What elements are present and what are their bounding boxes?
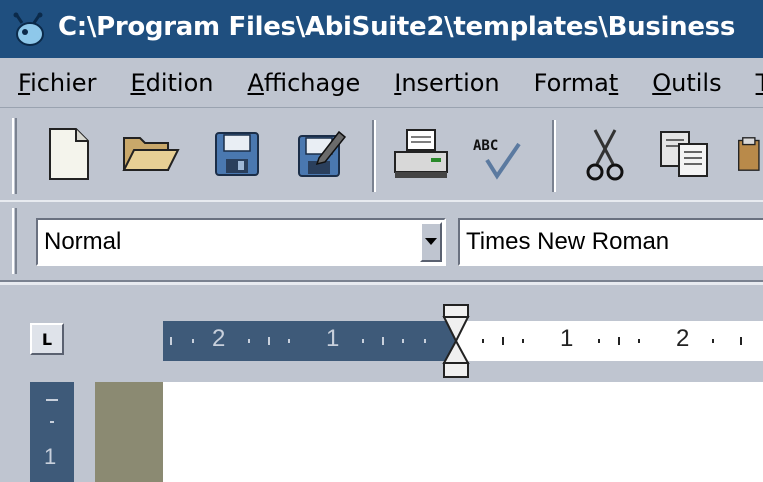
paste-button[interactable] [736, 122, 763, 186]
print-icon [394, 129, 448, 178]
menu-fichier[interactable]: Fichier [18, 69, 96, 97]
menu-bar: Fichier Edition Affichage Insertion Form… [0, 58, 763, 108]
vertical-ruler: 1 [30, 382, 74, 482]
abiword-ant-icon [13, 12, 44, 46]
spellcheck-icon: ABC [473, 138, 521, 180]
menu-affichage[interactable]: Affichage [247, 69, 360, 97]
save-icon [215, 132, 259, 176]
menu-format[interactable]: Format [534, 69, 619, 97]
menu-edition[interactable]: Edition [130, 69, 213, 97]
spellcheck-button[interactable]: ABC [464, 122, 530, 186]
toolbar-grip[interactable] [12, 118, 17, 194]
menu-outils[interactable]: Outils [652, 69, 721, 97]
cut-button[interactable] [572, 122, 638, 186]
print-button[interactable] [388, 122, 454, 186]
save-as-button[interactable] [288, 122, 354, 186]
cut-icon [586, 129, 624, 181]
copy-icon [660, 131, 708, 177]
ruler-number: 1 [560, 325, 574, 352]
horizontal-ruler: L 2 1 1 2 [0, 282, 763, 382]
window-title: C:\Program Files\AbiSuite2\templates\Bus… [58, 12, 736, 42]
standard-toolbar: ABC [0, 108, 763, 280]
tab-stop-selector[interactable]: L [30, 323, 64, 355]
paste-icon [738, 137, 760, 171]
style-combo[interactable]: Normal [36, 218, 446, 266]
vertical-ruler-ticks [46, 399, 58, 423]
menu-insertion[interactable]: Insertion [394, 69, 499, 97]
indent-marker-icon[interactable] [440, 303, 472, 383]
save-as-icon [298, 130, 347, 177]
svg-text:ABC: ABC [473, 138, 498, 154]
title-bar: C:\Program Files\AbiSuite2\templates\Bus… [0, 0, 763, 58]
copy-button[interactable] [652, 122, 718, 186]
ruler-number: 2 [212, 325, 226, 352]
format-toolbar: Normal Times New Roman [0, 202, 763, 282]
save-button[interactable] [204, 122, 270, 186]
open-folder-icon [122, 137, 180, 171]
document-page[interactable] [163, 382, 763, 482]
vertical-ruler-number: 1 [44, 444, 57, 469]
style-dropdown-button[interactable] [420, 222, 442, 262]
new-document-icon [49, 128, 89, 180]
toolbar-grip[interactable] [12, 208, 17, 274]
style-value: Normal [44, 228, 122, 255]
new-document-button[interactable] [36, 122, 102, 186]
ruler-number: 2 [676, 325, 690, 352]
toolbar-separator [372, 120, 376, 192]
ruler-number: 1 [326, 325, 340, 352]
chevron-down-icon [425, 238, 437, 245]
font-combo[interactable]: Times New Roman [458, 218, 763, 266]
toolbar-separator [552, 120, 556, 192]
menu-truncated[interactable]: T [756, 69, 763, 97]
page-margin [95, 382, 163, 482]
open-button[interactable] [118, 122, 184, 186]
font-value: Times New Roman [466, 228, 670, 255]
